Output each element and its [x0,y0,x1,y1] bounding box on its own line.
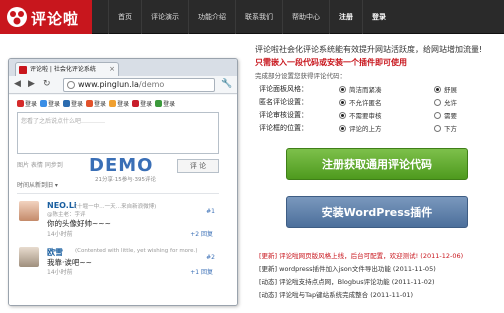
comment-time: 14小时前 [47,269,73,276]
option-radio[interactable]: 舒展 [434,84,457,94]
login-netease-button[interactable]: 登录 [132,99,152,108]
main-nav: 首页 评论演示 功能介绍 联系我们 帮助中心 注册 登录 [108,0,395,34]
comment-textarea[interactable]: 您看了之后说点什么吧………… [17,112,219,154]
nav-register[interactable]: 注册 [329,0,362,34]
radio-icon[interactable] [434,111,441,119]
option-radio[interactable]: 不允许匿名 [339,97,382,107]
browser-demo-window: 评论啦 | 社会化评论系统 × ◀ ▶ ↻ www.pinglun.la/dem… [8,58,238,306]
option-label: 匿名评论设置： [259,98,308,106]
comment-meta: (Contented with little, yet wishing for … [75,248,198,254]
nav-help[interactable]: 帮助中心 [282,0,329,34]
intro-instruction: 完成部分设置您获得评论代码： [255,72,346,80]
login-kaixin-button[interactable]: 登录 [86,99,106,108]
forward-arrow-icon[interactable]: ▶ [28,79,35,89]
sort-row: 时间从新到旧 ▾ [17,180,219,192]
login-sohu-button[interactable]: 登录 [109,99,129,108]
intro-headline: 评论啦社会化评论系统能有效提升网站活跃度，给网站增加流量! [255,45,483,54]
intro-subheadline: 只需嵌入一段代码或安装一个插件即可使用 [255,58,407,67]
radio-icon[interactable] [434,124,441,132]
option-radio[interactable]: 不需要审核 [339,110,382,120]
reply-link[interactable]: +1 回复 [190,267,213,276]
weibo-icon [17,100,24,107]
submit-comment-button[interactable]: 评 论 [177,159,219,173]
demo-watermark: DEMO [89,155,154,176]
radio-icon[interactable] [339,98,346,106]
news-item[interactable]: [更新] 评论啦网页版风格上线，后台可配置，欢迎测试! (2011-12-06) [259,250,463,262]
install-wordpress-plugin-button[interactable]: 安装WordPress插件 [286,196,468,228]
top-navigation-bar: 评论啦 首页 评论演示 功能介绍 联系我们 帮助中心 注册 登录 [0,0,504,34]
register-get-code-button[interactable]: 注册获取通用评论代码 [286,148,468,180]
nav-features[interactable]: 功能介绍 [188,0,235,34]
option-radio[interactable]: 评论的上方 [339,123,382,133]
option-radio[interactable]: 需要 [434,110,457,120]
browser-tab-title: 评论啦 | 社会化评论系统 [30,66,96,73]
site-logo[interactable]: 评论啦 [0,0,92,34]
douban-icon [155,100,163,107]
divider [17,193,219,194]
comment-item: NEO.Li (十堰一中…一天…来自新浪微博) @陈主老：字评 你的头像好帅~~… [17,199,219,239]
comment-floor-number: #1 [206,208,215,215]
sohu-icon [109,100,117,107]
news-item[interactable]: [更新] wordpress插件加入json文件导出功能 (2011-11-05… [259,263,436,275]
news-item[interactable]: [动态] 评论啦与Tap键站系统完成整合 (2011-11-01) [259,289,413,301]
comment-reply-to: @陈主老：字评 [47,212,86,218]
comment-time: 14小时前 [47,231,73,238]
comment-item: 欧雪 (Contented with little, yet wishing f… [17,245,219,285]
favicon-icon [19,66,27,74]
social-login-row: 登录 登录 登录 登录 登录 登录 登录 [17,99,175,108]
wrench-icon[interactable]: 🔧 [221,79,232,89]
comment-meta: (十堰一中…一天…来自新浪微博) [75,204,157,210]
avatar[interactable] [19,247,39,267]
option-row: 评论审核设置： 不需要审核 需要 [259,110,489,122]
browser-toolbar: ◀ ▶ ↻ www.pinglun.la/demo 🔧 [9,76,237,94]
close-tab-icon[interactable]: × [109,63,115,76]
option-row: 评论框的位置： 评论的上方 下方 [259,123,489,135]
browser-tab[interactable]: 评论啦 | 社会化评论系统 × [15,62,119,76]
option-row: 匿名评论设置： 不允许匿名 允许 [259,97,489,109]
login-renren-button[interactable]: 登录 [63,99,83,108]
option-row: 评论面板风格： 简洁而紧凑 舒展 [259,84,489,96]
comment-text: 你的头像好帅~~~ [47,219,111,228]
netease-icon [132,100,140,107]
url-path: /demo [138,80,165,89]
radio-icon[interactable] [339,124,346,132]
logo-icon [7,7,27,27]
nav-demo[interactable]: 评论演示 [141,0,188,34]
radio-icon[interactable] [339,85,346,93]
radio-icon[interactable] [434,85,441,93]
option-radio[interactable]: 允许 [434,97,457,107]
option-radio[interactable]: 下方 [434,123,457,133]
avatar[interactable] [19,201,39,221]
browser-tab-bar: 评论啦 | 社会化评论系统 × [9,59,237,76]
back-arrow-icon[interactable]: ◀ [14,79,21,89]
address-bar[interactable]: www.pinglun.la/demo [63,78,215,92]
nav-login[interactable]: 登录 [362,0,395,34]
renren-icon [63,100,71,107]
sort-select[interactable]: 时间从新到旧 ▾ [17,180,58,189]
option-label: 评论面板风格： [259,85,308,93]
option-label: 评论审核设置： [259,111,308,119]
nav-home[interactable]: 首页 [108,0,141,34]
qq-icon [40,100,48,107]
kaixin-icon [86,100,94,107]
comment-tools[interactable]: 图片 表情 同步到 [17,160,63,169]
login-douban-button[interactable]: 登录 [155,99,175,108]
option-label: 评论框的位置： [259,124,308,132]
nav-contact[interactable]: 联系我们 [235,0,282,34]
logo-text: 评论啦 [31,10,80,28]
radio-icon[interactable] [339,111,346,119]
login-qq-button[interactable]: 登录 [40,99,60,108]
radio-icon[interactable] [434,98,441,106]
comment-author[interactable]: NEO.Li [47,201,77,210]
globe-icon [67,81,75,89]
news-item[interactable]: [动态] 评论啦支持点点网，Blogbus评论功能 (2011-11-02) [259,276,435,288]
reload-icon[interactable]: ↻ [43,79,51,89]
demo-page: 登录 登录 登录 登录 登录 登录 登录 您看了之后说点什么吧………… 图片 表… [9,95,237,305]
reply-link[interactable]: +2 回复 [190,229,213,238]
option-radio[interactable]: 简洁而紧凑 [339,84,382,94]
url-host: www.pinglun.la [78,80,139,89]
login-sina-button[interactable]: 登录 [17,99,37,108]
comment-floor-number: #2 [206,254,215,261]
